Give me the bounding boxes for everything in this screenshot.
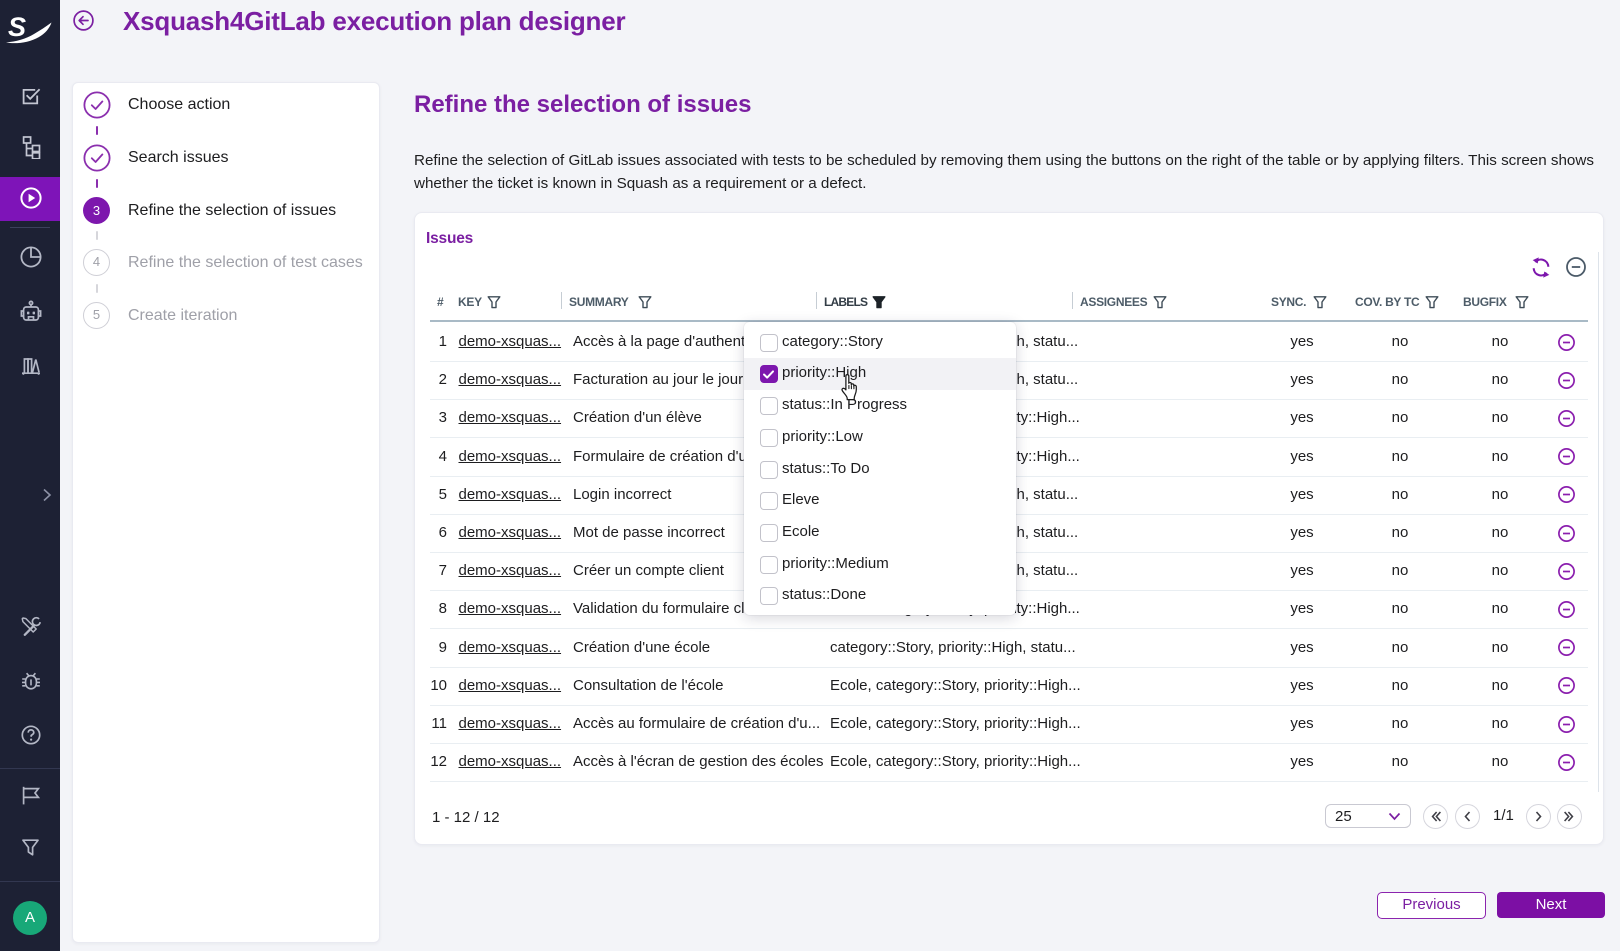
svg-text:S: S: [8, 12, 26, 42]
